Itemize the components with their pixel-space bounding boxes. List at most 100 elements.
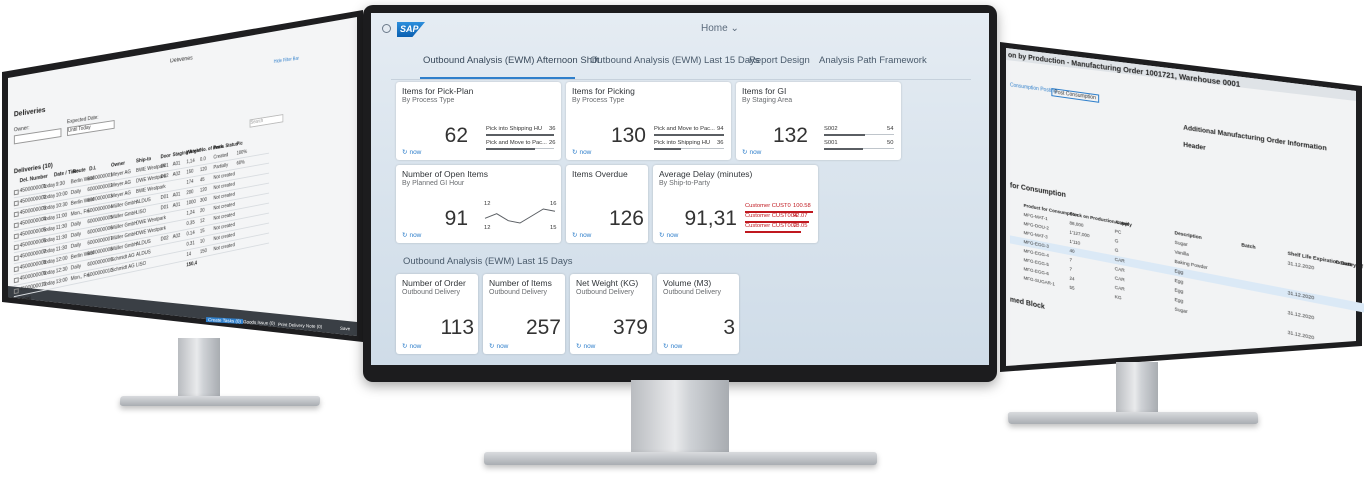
row-checkbox[interactable] [13, 222, 19, 229]
table-cell: 120 [199, 186, 207, 194]
shell-title[interactable]: Home ⌄ [701, 23, 739, 34]
tile-footer: ↻ now [489, 342, 508, 350]
row-checkbox[interactable] [13, 200, 19, 207]
table-header-cell: A.Unit [1114, 219, 1129, 227]
table-cell: 1'127,000 [1069, 229, 1090, 239]
tile-volume[interactable]: Volume (M3) Outbound Delivery 3 ↻ now [657, 274, 739, 354]
tile-subtitle: Outbound Delivery [663, 289, 721, 296]
table-cell: Daily [70, 188, 82, 197]
tab-report-design[interactable]: Report Design [749, 55, 810, 66]
tile-number-of-order[interactable]: Number of Order Outbound Delivery 113 ↻ n… [396, 274, 478, 354]
tile-subtitle: By Process Type [402, 97, 455, 104]
table-cell: MFG-SUGAR-1 [1023, 275, 1055, 287]
table-cell: 20 [199, 207, 205, 215]
tile-title: Number of Items [489, 278, 552, 288]
table-cell: Today [42, 193, 56, 202]
table-header-cell: Pack. Status [213, 141, 239, 152]
table-cell: 55 [1069, 284, 1075, 291]
save-button[interactable]: Save [340, 326, 351, 332]
table-cell: 300 [199, 197, 207, 204]
table-header-cell: Country of Origin [1335, 258, 1364, 273]
tile-number-of-items[interactable]: Number of Items Outbound Delivery 257 ↻ n… [483, 274, 565, 354]
anchor-tab-bar: Outbound Analysis (EWM) Afternoon Shift … [371, 55, 989, 77]
row-checkbox[interactable] [13, 211, 19, 218]
left-monitor: Deliveries Hide Filter Bar Deliveries Ow… [0, 0, 365, 479]
tab-bar-divider [391, 79, 971, 80]
tile-items-for-gi[interactable]: Items for GI By Staging Area 132 S002 54… [736, 82, 901, 160]
tile-net-weight[interactable]: Net Weight (KG) Outbound Delivery 379 ↻ n… [570, 274, 652, 354]
table-cell: 31.12.2020 [1287, 309, 1315, 321]
delay-row-value: 78.05 [793, 223, 808, 229]
launchpad-screen: SAP Home ⌄ Outbound Analysis (EWM) After… [371, 13, 989, 365]
table-cell: MFG-MAT-1 [1023, 211, 1048, 222]
bar-label: Pick and Move to Pac... [654, 126, 715, 132]
table-header-cell: D.I. [89, 165, 97, 173]
table-cell: 24 [1069, 275, 1075, 282]
right-monitor: on by Production - Manufacturing Order 1… [998, 0, 1364, 479]
right-stand-base [1007, 412, 1259, 424]
row-checkbox[interactable] [13, 288, 19, 295]
table-cell: 1'110 [1069, 238, 1081, 246]
owner-label: Owner: [13, 125, 30, 134]
table-cell: LISO [136, 208, 147, 217]
search-input[interactable]: Search [249, 114, 284, 128]
table-cell: D02 [160, 173, 169, 181]
table-cell: 12 [199, 217, 205, 225]
row-checkbox[interactable] [13, 277, 19, 284]
tile-items-for-picking[interactable]: Items for Picking By Process Type 130 Pi… [566, 82, 731, 160]
row-checkbox[interactable] [13, 255, 19, 262]
delay-row-label: Customer CUST004 [745, 213, 798, 219]
table-cell: 100% [236, 149, 248, 157]
sap-logo[interactable]: SAP [397, 22, 425, 37]
delay-row-value: 100.58 [793, 203, 811, 209]
row-checkbox[interactable] [13, 266, 19, 273]
user-avatar-icon[interactable] [382, 24, 391, 33]
hide-filter-link[interactable]: Hide Filter Bar [274, 56, 299, 65]
tab-last-15-days[interactable]: Outbound Analysis (EWM) Last 15 Days [590, 55, 760, 66]
table-cell: D01 [160, 162, 169, 170]
post-consumption-button[interactable]: Post Consumption [1051, 87, 1100, 103]
refresh-icon: ↻ [572, 149, 578, 156]
table-cell: MFG-EGG-6 [1023, 266, 1049, 277]
tile-footer: ↻ now [663, 342, 682, 350]
tile-subtitle: By Ship-to-Party [659, 180, 710, 187]
bar-value: 26 [549, 140, 556, 146]
table-cell: 11:30 [55, 244, 68, 253]
table-cell: 150 [186, 168, 194, 176]
table-cell: 0.0 [199, 156, 206, 163]
tile-number-of-open-items[interactable]: Number of Open Items By Planned GI Hour … [396, 165, 561, 243]
tile-items-for-pick-plan[interactable]: Items for Pick-Plan By Process Type 62 P… [396, 82, 561, 160]
table-cell: Today [42, 214, 56, 223]
header-label: Header [1183, 142, 1206, 153]
table-cell: 0.35 [186, 219, 195, 228]
consumption-posting-tab[interactable]: Consumption Posting [1010, 82, 1057, 95]
bar-fill [654, 147, 681, 150]
bar-value: 94 [717, 126, 724, 132]
table-cell: Daily [70, 263, 82, 272]
table-cell: Daily [70, 220, 82, 229]
delay-row-label: Customer CUST0 [745, 203, 791, 209]
bar-fill [824, 147, 863, 150]
tile-title: Net Weight (KG) [576, 278, 639, 288]
center-stand-neck [631, 380, 729, 454]
shell-bar: SAP Home ⌄ [371, 13, 989, 47]
tile-items-overdue[interactable]: Items Overdue 126 ↻ now [566, 165, 648, 243]
table-cell: G [1114, 237, 1119, 244]
tile-average-delay[interactable]: Average Delay (minutes) By Ship-to-Party… [653, 165, 818, 243]
tile-footer: ↻ now [402, 342, 421, 350]
table-cell: 0.14 [186, 230, 195, 238]
table-cell: 174 [186, 178, 194, 186]
tile-kpi-value: 3 [723, 316, 735, 339]
row-checkbox[interactable] [13, 244, 19, 251]
table-cell: CAR [1114, 275, 1125, 283]
tab-afternoon-shift[interactable]: Outbound Analysis (EWM) Afternoon Shift [423, 55, 599, 66]
row-checkbox[interactable] [13, 233, 19, 240]
chevron-down-icon: ⌄ [730, 23, 739, 34]
tile-footer: ↻ now [572, 148, 591, 156]
table-cell: 7 [1069, 266, 1073, 272]
row-checkbox[interactable] [13, 189, 19, 196]
tab-analysis-path-framework[interactable]: Analysis Path Framework [819, 55, 927, 66]
table-header-cell: Pic [236, 140, 243, 148]
tile-kpi-value: 130 [610, 124, 646, 147]
table-cell: LISO [136, 260, 147, 269]
